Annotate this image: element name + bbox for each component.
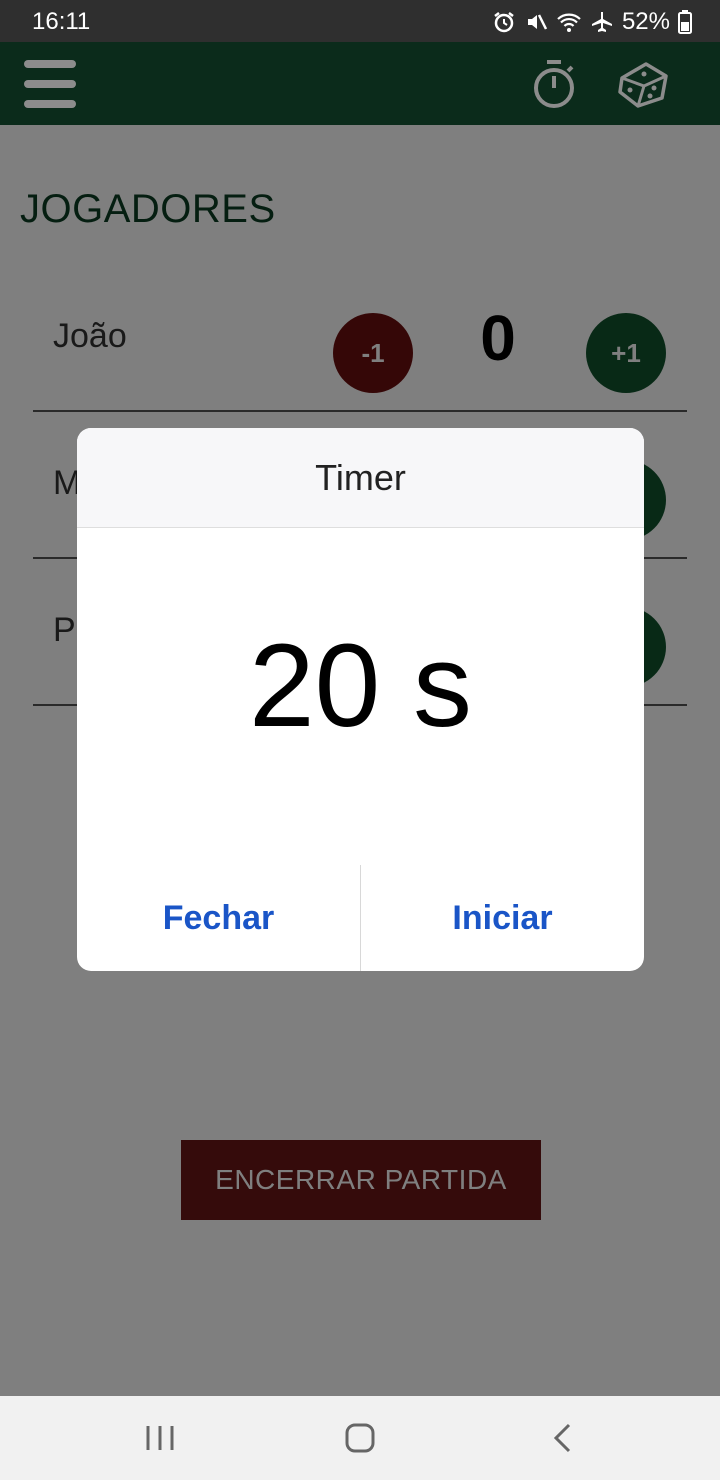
menu-icon[interactable] <box>24 60 76 108</box>
back-icon[interactable] <box>544 1418 584 1458</box>
home-icon[interactable] <box>340 1418 380 1458</box>
status-time: 16:11 <box>32 8 91 35</box>
app-bar <box>0 42 720 125</box>
start-button[interactable]: Iniciar <box>361 865 644 971</box>
recent-apps-icon[interactable] <box>140 1418 180 1458</box>
system-nav-bar <box>0 1396 720 1480</box>
alarm-icon <box>494 12 514 33</box>
dialog-title: Timer <box>77 428 644 528</box>
status-bar: 16:11 52% <box>0 0 720 42</box>
stopwatch-icon[interactable] <box>530 58 578 110</box>
timer-value: 20 s <box>248 620 473 752</box>
dice-icon[interactable] <box>616 58 672 110</box>
wifi-icon <box>557 13 581 32</box>
status-icons: 52% <box>492 8 692 36</box>
mute-icon <box>527 14 548 30</box>
close-button[interactable]: Fechar <box>77 865 360 971</box>
battery-icon <box>678 10 692 34</box>
timer-dialog: Timer 20 s Fechar Iniciar <box>77 428 644 971</box>
dialog-actions: Fechar Iniciar <box>77 865 644 971</box>
battery-percent: 52% <box>621 8 670 35</box>
airplane-icon <box>591 12 612 32</box>
